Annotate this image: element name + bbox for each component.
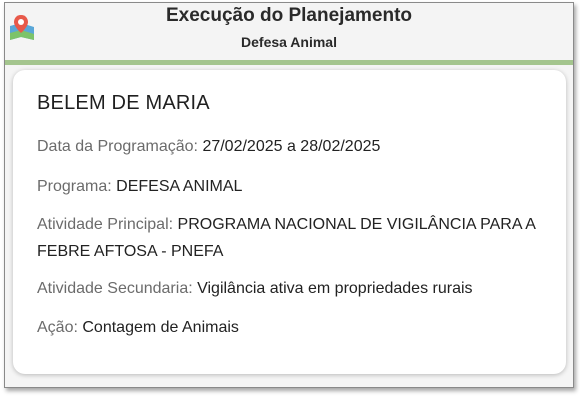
- page-title: Execução do Planejamento: [165, 5, 413, 26]
- field-label: Programa:: [37, 178, 112, 195]
- field-label: Data da Programação:: [37, 138, 198, 155]
- field-value: DEFESA ANIMAL: [116, 178, 243, 195]
- field-label: Atividade Principal:: [37, 216, 174, 233]
- header-accent-line: [5, 60, 573, 65]
- field-label: Atividade Secundaria:: [37, 280, 193, 297]
- field-value: 27/02/2025 a 28/02/2025: [202, 138, 381, 155]
- field-value: Vigilância ativa em propriedades rurais: [197, 280, 473, 297]
- field-date: Data da Programação: 27/02/2025 a 28/02/…: [37, 133, 557, 160]
- field-program: Programa: DEFESA ANIMAL: [37, 173, 557, 200]
- field-value: Contagem de Animais: [82, 319, 239, 336]
- field-label: Ação:: [37, 319, 78, 336]
- field-main-activity: Atividade Principal: PROGRAMA NACIONAL D…: [37, 211, 557, 265]
- page-subtitle: Defesa Animal: [241, 34, 337, 50]
- field-action: Ação: Contagem de Animais: [37, 314, 557, 341]
- field-secondary-activity: Atividade Secundaria: Vigilância ativa e…: [37, 275, 557, 302]
- app-window: Execução do Planejamento Defesa Animal B…: [4, 2, 574, 388]
- card-title: BELEM DE MARIA: [37, 92, 210, 114]
- planning-card[interactable]: BELEM DE MARIA Data da Programação: 27/0…: [13, 70, 566, 374]
- app-bar: Execução do Planejamento Defesa Animal: [5, 3, 573, 65]
